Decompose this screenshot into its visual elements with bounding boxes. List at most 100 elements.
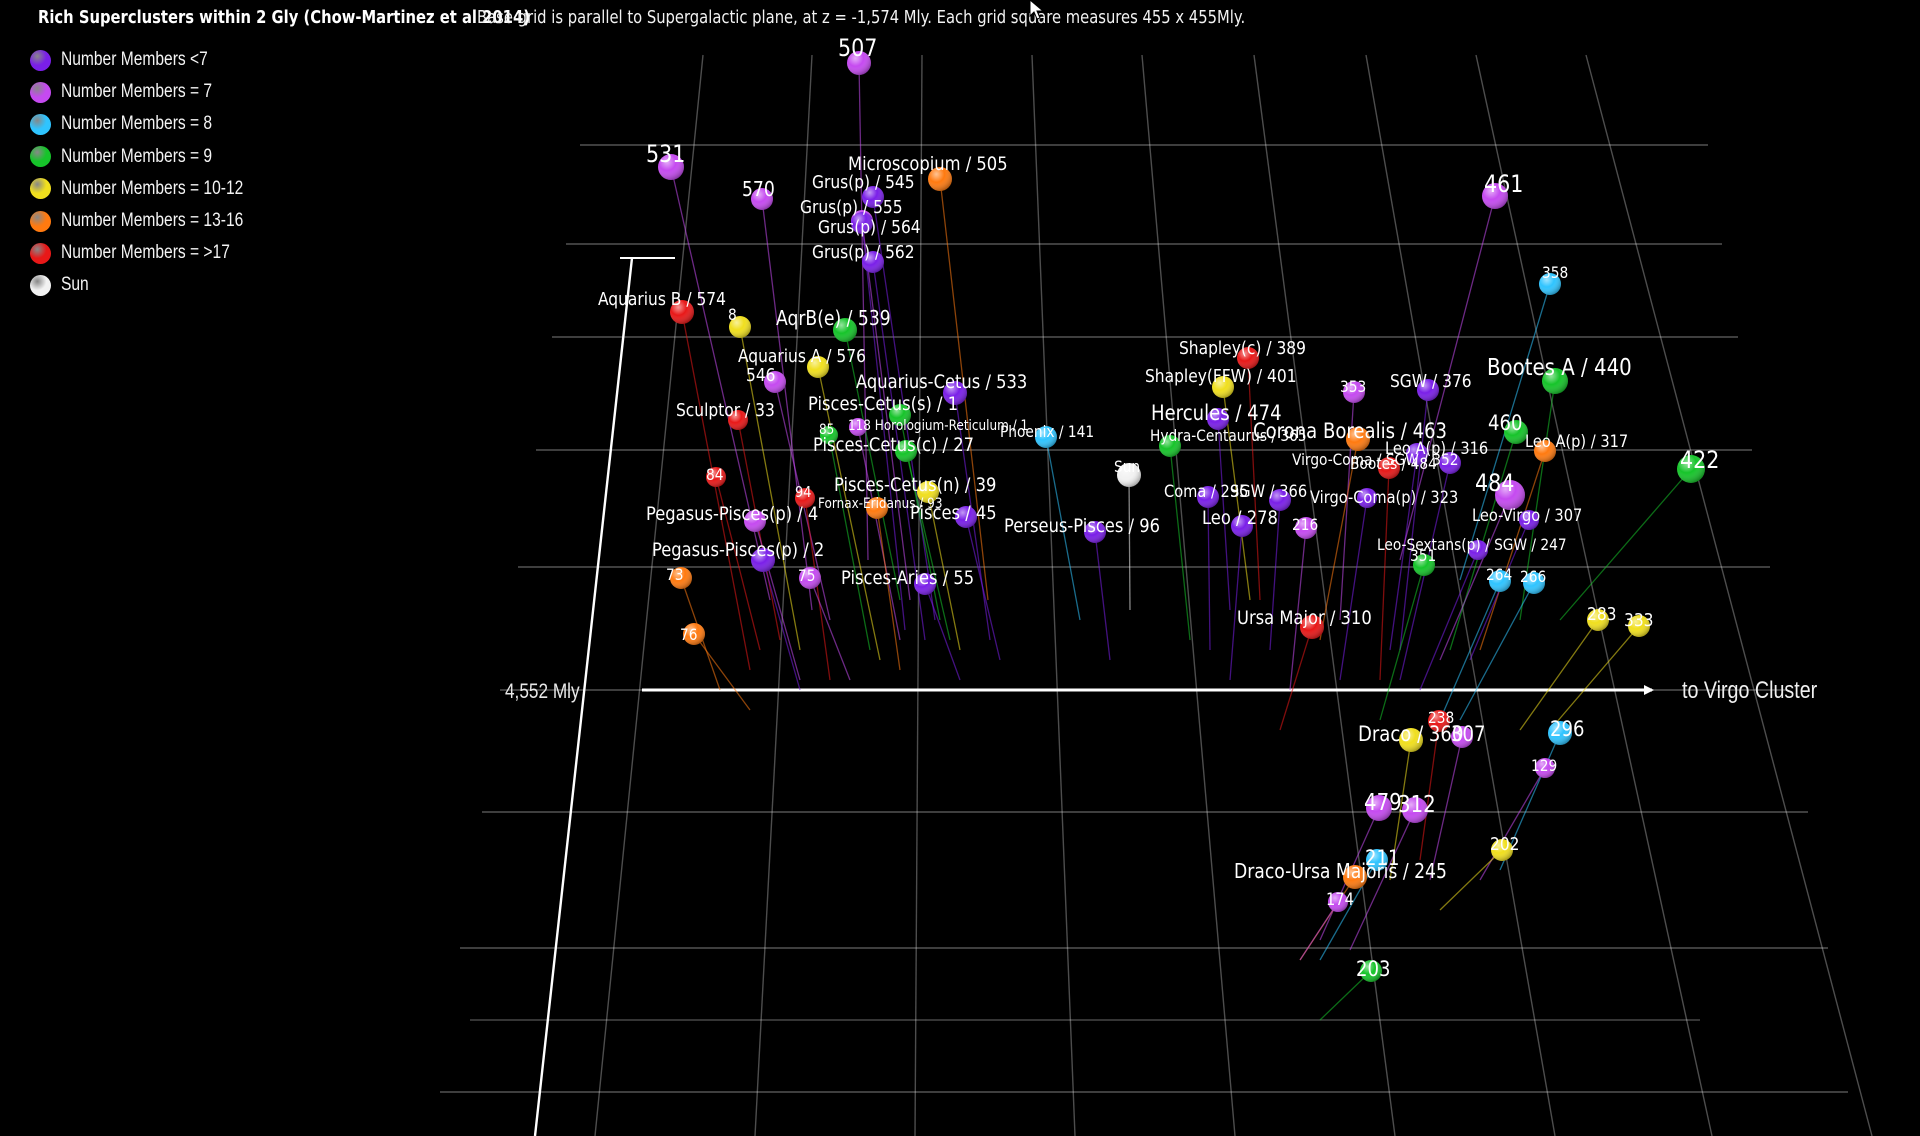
cluster-label: Bootes / 484 <box>1350 454 1437 473</box>
cluster-label: 174 <box>1326 889 1354 909</box>
grid-line-depth <box>1141 54 1236 1136</box>
legend-item-gt17: Number Members = >17 <box>30 237 283 269</box>
cluster-label: Grus(p) / 562 <box>812 241 915 262</box>
cluster-label: Aquarius B / 574 <box>598 288 726 309</box>
cluster-stem <box>1094 531 1111 661</box>
cluster-label: 129 <box>1531 756 1557 775</box>
legend: Number Members <7 Number Members = 7 Num… <box>30 44 283 302</box>
cluster-label: 353 <box>1340 377 1366 396</box>
cluster-stem <box>1299 901 1339 961</box>
cluster-label: SGW / 366 <box>1230 481 1307 501</box>
legend-swatch <box>30 242 51 264</box>
cluster-label: Pisces-Cetus(c) / 27 <box>813 435 974 456</box>
cluster-label: Pegasus-Pisces(p) / 2 <box>652 540 824 561</box>
cluster-label: SGW / 376 <box>1390 370 1472 391</box>
supercluster-scene: 4,552 Mly to Virgo Cluster 507531570Micr… <box>440 35 1873 1136</box>
cluster-label: 75 <box>798 566 815 585</box>
cluster-stem <box>762 559 801 691</box>
legend-swatch <box>30 49 51 71</box>
cluster-label: 266 <box>1520 567 1546 586</box>
perspective-grid <box>440 54 1873 1136</box>
cluster-stem <box>1439 580 1501 721</box>
cluster-label: Draco-Ursa Majoris / 245 <box>1234 861 1447 884</box>
cluster-label: AqrB(e) / 539 <box>776 308 891 331</box>
cluster-label: 203 <box>1356 957 1390 982</box>
cluster-label: 570 <box>742 179 775 202</box>
legend-swatch <box>30 178 51 200</box>
cluster-label: Sculptor / 33 <box>676 399 775 420</box>
cluster-label: Pisces / 45 <box>910 503 997 524</box>
legend-swatch <box>30 274 51 296</box>
cluster-stem <box>1559 468 1692 621</box>
cluster-label: 264 <box>1486 565 1512 584</box>
cluster-label: 84 <box>706 465 723 484</box>
legend-item-9: Number Members = 9 <box>30 141 283 173</box>
cluster-stem <box>1169 445 1191 641</box>
cluster-stem <box>1339 497 1368 681</box>
legend-item-8: Number Members = 8 <box>30 108 283 140</box>
cluster-stem <box>1519 619 1599 731</box>
legend-label: Number Members = 9 <box>61 145 213 167</box>
legend-label: Number Members <7 <box>61 49 208 71</box>
cluster-label: 312 <box>1398 792 1436 819</box>
cluster-label: Virgo-Coma(p) / 323 <box>1310 487 1458 507</box>
cluster-label: 422 <box>1680 447 1719 475</box>
cluster-label: Ursa Major / 310 <box>1237 608 1372 629</box>
cluster-label: 507 <box>838 35 877 63</box>
legend-swatch <box>30 210 51 232</box>
cluster-label: Leo A(p) / 317 <box>1525 431 1628 451</box>
cluster-label: 351 <box>1410 546 1436 565</box>
cluster-label: 216 <box>1292 515 1318 534</box>
cluster-label: 94 <box>795 484 811 501</box>
cluster-stem <box>1279 626 1313 731</box>
cluster-label: 333 <box>1624 609 1654 630</box>
legend-swatch <box>30 113 51 135</box>
cluster-label: Pisces-Aries / 55 <box>841 568 974 589</box>
grid-line-depth <box>1475 54 1713 1136</box>
cluster-label: 484 <box>1475 470 1514 498</box>
chart-title: Rich Superclusters within 2 Gly (Chow-Ma… <box>38 7 530 28</box>
legend-item-13-16: Number Members = 13-16 <box>30 205 283 237</box>
legend-item-sun: Sun <box>30 269 283 301</box>
cluster-label: 202 <box>1490 833 1520 854</box>
cluster-label: Leo / 278 <box>1202 508 1278 529</box>
cluster-stem <box>1459 582 1535 721</box>
cluster-label: 531 <box>646 141 685 169</box>
cluster-stem <box>828 434 871 651</box>
cluster-label: 73 <box>666 565 683 584</box>
cluster-label: Perseus-Pisces / 96 <box>1004 516 1160 537</box>
cluster-label: 76 <box>680 625 697 644</box>
cluster-label: Leo-Sextans(p) / SGW / 247 <box>1377 535 1567 554</box>
cluster-label: 8 <box>728 305 737 324</box>
cluster-label: 546 <box>746 364 776 385</box>
cluster-stem <box>1229 525 1243 681</box>
mouse-pointer-icon <box>1029 0 1045 20</box>
legend-label: Sun <box>61 274 89 296</box>
cluster-label: 307 <box>1451 722 1485 747</box>
cluster-stem <box>1439 849 1503 911</box>
cluster-stem <box>809 577 851 681</box>
cluster-label: Grus(p) / 564 <box>818 216 921 237</box>
legend-item-7: Number Members = 7 <box>30 76 283 108</box>
cluster-label: 296 <box>1550 717 1584 742</box>
legend-label: Number Members = >17 <box>61 242 230 264</box>
cluster-label: Shapley(FFW) / 401 <box>1145 365 1297 386</box>
cluster-label: Leo-Virgo / 307 <box>1472 505 1582 525</box>
cluster-label: Pegasus-Pisces(p) / 4 <box>646 504 818 525</box>
legend-label: Number Members = 7 <box>61 81 213 103</box>
cluster-stem <box>924 583 961 681</box>
cluster-label: Shapley(c) / 389 <box>1179 337 1306 358</box>
cluster-labels: 507531570Microscopium / 505Grus(p) / 545… <box>598 35 1719 982</box>
cluster-label: Sun <box>1114 457 1140 476</box>
grid-line-depth <box>1031 54 1076 1136</box>
cluster-stem <box>1549 625 1640 731</box>
cluster-stem <box>857 426 901 641</box>
cluster-label: Grus(p) / 555 <box>800 196 903 217</box>
cluster-stem <box>1128 474 1131 611</box>
cluster-stem <box>1379 564 1425 721</box>
cluster-stem <box>1247 357 1261 601</box>
chart-description: Base grid is parallel to Supergalactic p… <box>477 7 1246 28</box>
cluster-label: 461 <box>1484 171 1523 199</box>
cluster-label: Grus(p) / 545 <box>812 171 915 192</box>
distance-axis-label: 4,552 Mly <box>505 681 580 704</box>
